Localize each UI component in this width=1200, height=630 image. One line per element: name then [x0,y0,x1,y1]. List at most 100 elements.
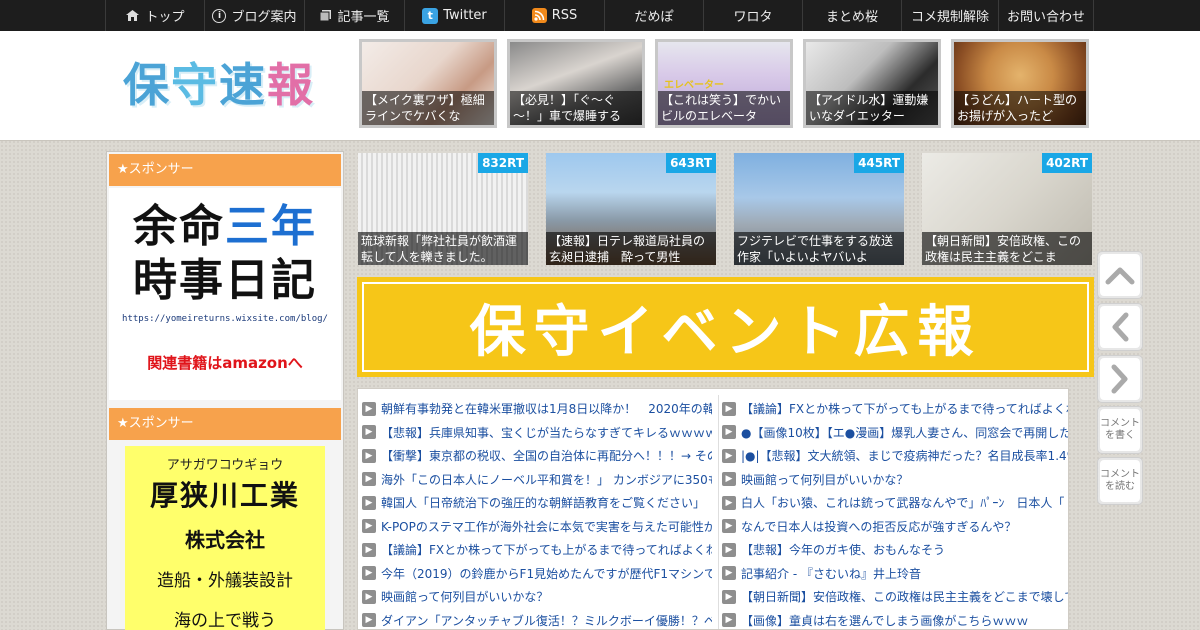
chevron-right-icon [1100,358,1140,400]
list-item-title: 【議論】FXとか株って下がっても上がるまで待ってればよくね [381,543,712,558]
nav-label: コメ規制解除 [910,10,989,25]
arrow-right-icon: ▶ [362,425,376,440]
nav-matome-sakura[interactable]: まとめ桜 [802,0,901,31]
list-item[interactable]: ▶ |●|【悲報】文大統領、まじで疫病神だった？名目成長率1.4％（ [722,444,1069,468]
list-item[interactable]: ▶ 【朝日新聞】安倍政権、この政権は民主主義をどこまで壊して [722,585,1068,609]
rss-icon [531,8,547,23]
list-icon [319,9,332,22]
list-item[interactable]: ▶ 【悲報】兵庫県知事、宝くじが当たらなすぎてキレるｗｗｗｗｗ [362,421,712,445]
rt-caption: 【速報】日テレ報道局社員の玄昶日逮捕 酔って男性 [546,232,716,265]
nav-label: まとめ桜 [825,10,878,25]
list-item[interactable]: ▶ 映画館って何列目がいいかな？ [722,468,1068,492]
list-item[interactable]: ▶ 【議論】FXとか株って下がっても上がるまで待ってればよくね [722,397,1068,421]
list-item[interactable]: ▶ 映画館って何列目がいいかな？ [362,585,712,609]
nav-label: 記事一覧 [337,10,390,25]
list-item-title: 白人「おい猿、これは銃って武器なんやで」ﾊﾟｰﾝ 日本人「 [741,496,1065,511]
rt-thumb-fuji[interactable]: 445RT フジテレビで仕事をする放送作家「いよいよヤバいよ [734,153,904,265]
asagawa-kana: アサガワコウギョウ [166,458,284,473]
nav-label: Twitter [443,8,487,23]
chevron-left-icon [1100,306,1140,348]
thumb-caption: 【アイドル水】運動嫌いなダイエッター [806,91,938,125]
event-banner[interactable]: 保守イベント広報 [357,277,1094,377]
arrow-right-icon: ▶ [722,589,736,604]
rt-thumb-ryukyu[interactable]: 832RT 琉球新報「弊社社員が飲酒運転して人を轢きました。 [358,153,528,265]
arrow-right-icon: ▶ [362,566,376,581]
nav-warota[interactable]: ワロタ [703,0,802,31]
arrow-right-icon: ▶ [362,519,376,534]
list-item-title: ●【画像10枚】【エ●漫画】爆乳人妻さん、同窓会で再開した同 [741,425,1069,440]
rt-thumb-asahi[interactable]: 402RT 【朝日新聞】安倍政権、この政権は民主主義をどこま [922,153,1092,265]
list-item[interactable]: ▶ ●【画像10枚】【エ●漫画】爆乳人妻さん、同窓会で再開した同 [722,421,1069,445]
list-item-title: K-POPのステマ工作が海外社会に本気で実害を与えた可能性が [381,519,712,534]
rt-thumb-ntv[interactable]: 643RT 【速報】日テレ報道局社員の玄昶日逮捕 酔って男性 [546,153,716,265]
sponsor-heading: ★スポンサー [109,154,341,186]
list-item[interactable]: ▶ 韓国人「日帝統治下の強圧的な朝鮮語教育をご覧ください」 [362,491,712,515]
read-comment-label: コメントを読む [1100,460,1140,502]
nav-contact[interactable]: お問い合わせ [998,0,1094,31]
header-thumb-udon[interactable]: 【うどん】ハート型のお揚げが入ったど [951,39,1089,128]
asagawa-kk: 株式会社 [185,528,265,552]
header-thumb-elevator[interactable]: エレベーター 【これは笑う】でかいビルのエレベータ [655,39,793,128]
yomei-amazon-link[interactable]: 関連書籍はamazonへ [109,352,341,373]
list-item[interactable]: ▶ K-POPのステマ工作が海外社会に本気で実害を与えた可能性が [362,515,712,539]
header-thumb-idol-water[interactable]: 【アイドル水】運動嫌いなダイエッター [803,39,941,128]
list-item-title: 朝鮮有事勃発と在韓米軍撤収は1月8日以降か！ 2020年の韓国 [381,402,712,417]
nav-label: トップ [145,10,185,25]
top-nav: トップ i ブログ案内 記事一覧 t Twitter RSS だめぽ ワロタ ま… [0,0,1200,31]
list-item[interactable]: ▶ 白人「おい猿、これは銃って武器なんやで」ﾊﾟｰﾝ 日本人「 [722,491,1068,515]
prev-article-button[interactable] [1097,303,1143,351]
logo-char: 守 [171,58,219,112]
list-item[interactable]: ▶ 朝鮮有事勃発と在韓米軍撤収は1月8日以降か！ 2020年の韓国 [362,397,712,421]
nav-comment-unblock[interactable]: コメ規制解除 [901,0,998,31]
list-item-title: 今年（2019）の鈴鹿からF1見始めたんですが歴代F1マシンでも [381,566,712,581]
list-item-title: |●|【悲報】文大統領、まじで疫病神だった？名目成長率1.4％（ [741,449,1069,464]
thumb-caption: 【メイク裏ワザ】極細ラインでケバくな [362,91,494,125]
yomei-text: 余命 [133,201,225,252]
yomei-title-line1: 余命三年 [109,200,341,254]
arrow-right-icon: ▶ [722,613,736,628]
info-icon: i [212,8,227,23]
list-item[interactable]: ▶ 今年（2019）の鈴鹿からF1見始めたんですが歴代F1マシンでも [362,562,712,586]
site-logo[interactable]: 保守速報 [123,57,315,113]
read-comment-button[interactable]: コメントを読む [1097,457,1143,505]
nav-twitter[interactable]: t Twitter [404,0,504,31]
arrow-right-icon: ▶ [362,495,376,510]
rt-caption: フジテレビで仕事をする放送作家「いよいよヤバいよ [734,232,904,265]
nav-article-list[interactable]: 記事一覧 [304,0,404,31]
yomei-title-line2: 時事日記 [133,255,317,306]
header-thumb-car-sleep[interactable]: 【必見！】「ぐ～ぐ～！」車で爆睡する [507,39,645,128]
nav-rss[interactable]: RSS [504,0,604,31]
site-header: 保守速報 【メイク裏ワザ】極細ラインでケバくな 【必見！】「ぐ～ぐ～！」車で爆睡… [0,31,1200,141]
list-item-title: 映画館って何列目がいいかな？ [381,590,549,605]
sponsor-asagawa-banner[interactable]: アサガワコウギョウ 厚狭川工業 株式会社 造船・外艤装設計 海の上で戦う [125,446,325,630]
asagawa-more: 海の上で戦う [174,611,276,630]
next-article-button[interactable] [1097,355,1143,403]
list-item[interactable]: ▶ 【議論】FXとか株って下がっても上がるまで待ってればよくね [362,538,712,562]
nav-top[interactable]: トップ [105,0,204,31]
list-item[interactable]: ▶ なんで日本人は投資への拒否反応が強すぎるんや？ [722,515,1068,539]
nav-label: ワロタ [733,10,773,25]
sponsor-yomei-banner[interactable]: 余命三年 時事日記 https://yomeireturns.wixsite.c… [109,188,341,400]
list-item[interactable]: ▶ ダイアン「アンタッチャブル復活！？ミルクボーイ優勝！？べ [362,609,712,630]
list-item[interactable]: ▶ 【衝撃】東京都の税収、全国の自治体に再配分へ！！！→ その [362,444,712,468]
arrow-right-icon: ▶ [362,542,376,557]
write-comment-button[interactable]: コメントを書く [1097,406,1143,454]
nav-damepo[interactable]: だめぽ [604,0,703,31]
list-item[interactable]: ▶ 【悲報】今年のガキ使、おもんなそう [722,538,1068,562]
list-item[interactable]: ▶ 海外「この日本人にノーベル平和賞を！」 カンボジアに350も [362,468,712,492]
scroll-top-button[interactable] [1097,251,1143,299]
list-item-title: 記事紹介 - 『さむいね』井上玲音 [741,566,921,581]
nav-blog-guide[interactable]: i ブログ案内 [204,0,304,31]
list-item-title: 映画館って何列目がいいかな？ [741,472,909,487]
home-icon [125,9,140,22]
column-divider [718,395,719,629]
header-thumb-makeup[interactable]: 【メイク裏ワザ】極細ラインでケバくな [359,39,497,128]
chevron-up-icon [1100,254,1140,296]
list-item-title: ダイアン「アンタッチャブル復活！？ミルクボーイ優勝！？べ [381,613,712,628]
write-comment-label: コメントを書く [1100,409,1140,451]
arrow-right-icon: ▶ [722,472,736,487]
arrow-right-icon: ▶ [722,495,736,510]
arrow-right-icon: ▶ [362,448,376,463]
list-item[interactable]: ▶ 【画像】童貞は右を選んでしまう画像がこちらｗｗｗ [722,609,1068,630]
list-item[interactable]: ▶ 記事紹介 - 『さむいね』井上玲音 [722,562,1068,586]
